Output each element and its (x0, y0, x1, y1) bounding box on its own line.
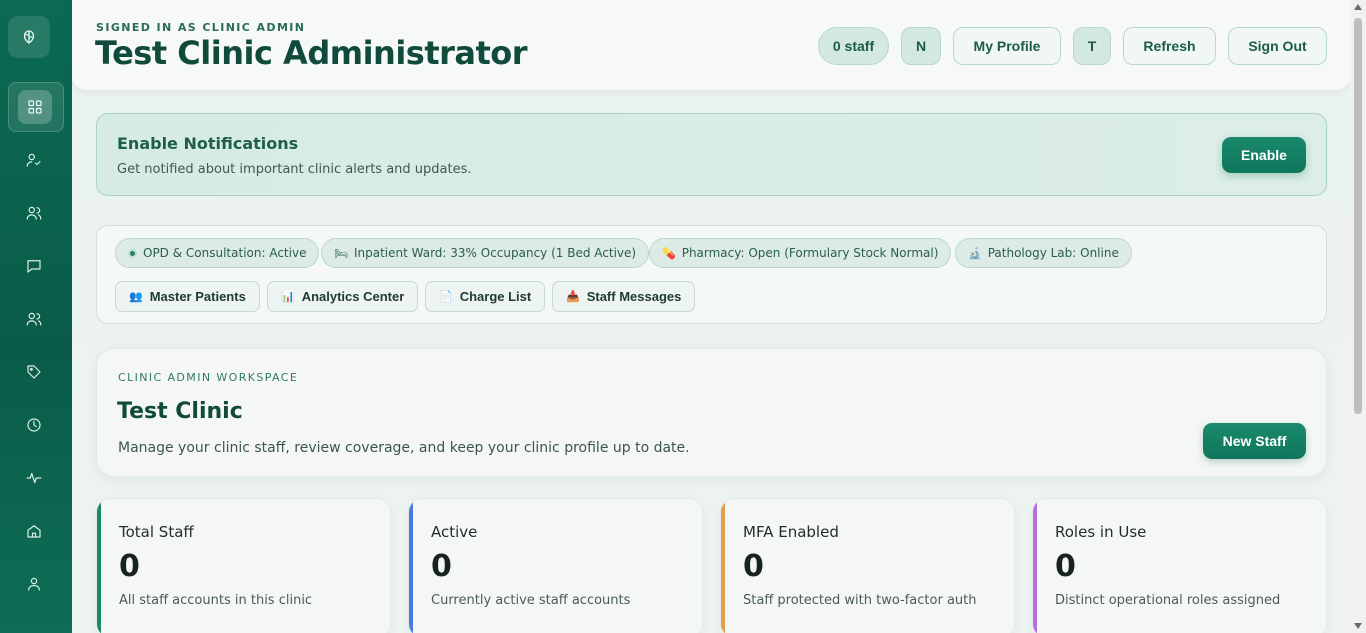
stat-accent (97, 499, 101, 633)
list-icon: 📄 (439, 291, 453, 303)
bed-icon: 🛏 (334, 246, 348, 260)
analytics-center-label: Analytics Center (301, 289, 405, 304)
stat-label: Active (431, 523, 478, 541)
user-icon (28, 577, 40, 591)
sidebar-item-history[interactable] (16, 407, 52, 443)
workspace-eyebrow: CLINIC ADMIN WORKSPACE (118, 371, 299, 384)
stat-label: MFA Enabled (743, 523, 839, 541)
clinic-name: Test Clinic (117, 399, 243, 424)
user-check-icon (26, 153, 41, 167)
analytics-center-button[interactable]: 📊 Analytics Center (267, 281, 419, 312)
notification-banner: Enable Notifications Get notified about … (96, 113, 1327, 196)
new-staff-button[interactable]: New Staff (1203, 423, 1306, 459)
users-icon (26, 206, 42, 220)
stat-value: 0 (1055, 549, 1076, 584)
my-profile-button[interactable]: My Profile (953, 27, 1061, 65)
staff-messages-label: Staff Messages (586, 289, 682, 304)
refresh-button[interactable]: Refresh (1123, 27, 1216, 65)
sidebar-item-charges[interactable] (16, 354, 52, 390)
status-opd-label: OPD & Consultation: Active (143, 246, 307, 260)
pill-icon: 💊 (662, 246, 676, 260)
avatar-t[interactable]: T (1073, 27, 1111, 65)
stat-card-roles: Roles in Use 0 Distinct operational role… (1032, 498, 1327, 633)
stat-description: Distinct operational roles assigned (1055, 593, 1281, 608)
stat-accent (1033, 499, 1037, 633)
status-opd[interactable]: OPD & Consultation: Active (115, 238, 320, 268)
status-inpatient-label: Inpatient Ward: 33% Occupancy (1 Bed Act… (353, 246, 637, 260)
stat-card-total-staff: Total Staff 0 All staff accounts in this… (96, 498, 391, 633)
scroll-thumb[interactable] (1354, 18, 1362, 414)
workspace-description: Manage your clinic staff, review coverag… (118, 440, 690, 456)
staff-icon (26, 312, 42, 326)
stat-value: 0 (743, 549, 764, 584)
status-pharmacy[interactable]: 💊 Pharmacy: Open (Formulary Stock Normal… (649, 238, 952, 268)
stat-value: 0 (431, 549, 452, 584)
microscope-icon: 🔬 (968, 246, 982, 260)
sidebar-item-profile[interactable] (16, 566, 52, 602)
enable-notifications-button[interactable]: Enable (1222, 137, 1306, 173)
stat-accent (721, 499, 725, 633)
inbox-icon: 📥 (566, 291, 580, 303)
stat-description: All staff accounts in this clinic (119, 593, 313, 608)
master-patients-label: Master Patients (149, 289, 246, 304)
quick-access-panel: OPD & Consultation: Active 🛏 Inpatient W… (96, 225, 1327, 324)
workspace-card: CLINIC ADMIN WORKSPACE Test Clinic Manag… (96, 348, 1327, 477)
tag-icon (27, 365, 41, 379)
stat-description: Currently active staff accounts (431, 593, 631, 608)
status-pathology-label: Pathology Lab: Online (987, 246, 1119, 260)
stat-label: Total Staff (119, 523, 194, 541)
notification-text: Get notified about important clinic aler… (117, 162, 472, 177)
charge-list-label: Charge List (459, 289, 532, 304)
scroll-down-icon[interactable] (1354, 623, 1362, 629)
bar-chart-icon: 📊 (281, 291, 295, 303)
sidebar-item-clinic[interactable] (16, 513, 52, 549)
app-logo[interactable] (8, 16, 50, 58)
stat-description: Staff protected with two-factor auth (743, 593, 977, 608)
page-header: SIGNED IN AS CLINIC ADMIN Test Clinic Ad… (72, 0, 1350, 90)
stat-card-active: Active 0 Currently active staff accounts (408, 498, 703, 633)
status-inpatient[interactable]: 🛏 Inpatient Ward: 33% Occupancy (1 Bed A… (321, 238, 650, 268)
stat-accent (409, 499, 413, 633)
status-pathology[interactable]: 🔬 Pathology Lab: Online (955, 238, 1132, 268)
page-title: Test Clinic Administrator (95, 34, 528, 72)
avatar-n[interactable]: N (901, 27, 941, 65)
master-patients-button[interactable]: 👥 Master Patients (115, 281, 260, 312)
sidebar-item-staff[interactable] (16, 195, 52, 231)
activity-icon (26, 472, 42, 484)
people-icon: 👥 (129, 291, 143, 303)
message-icon (27, 260, 41, 273)
page-scrollbar[interactable] (1350, 0, 1366, 633)
stat-card-mfa: MFA Enabled 0 Staff protected with two-f… (720, 498, 1015, 633)
stat-value: 0 (119, 549, 140, 584)
brain-logo-icon (23, 30, 35, 44)
active-dot-icon (128, 248, 137, 258)
staff-count-badge[interactable]: 0 staff (818, 27, 889, 65)
sidebar (0, 0, 72, 633)
scroll-up-icon[interactable] (1354, 4, 1362, 10)
notification-title: Enable Notifications (117, 134, 299, 153)
signed-in-label: SIGNED IN AS CLINIC ADMIN (96, 21, 306, 34)
sidebar-item-activity[interactable] (16, 460, 52, 496)
staff-messages-button[interactable]: 📥 Staff Messages (552, 281, 696, 312)
sidebar-item-team[interactable] (16, 301, 52, 337)
status-pharmacy-label: Pharmacy: Open (Formulary Stock Normal) (681, 246, 939, 260)
stat-label: Roles in Use (1055, 523, 1147, 541)
home-icon (27, 525, 41, 538)
clock-icon (27, 418, 41, 432)
charge-list-button[interactable]: 📄 Charge List (425, 281, 546, 312)
dashboard-icon[interactable] (18, 90, 52, 124)
sidebar-item-messages[interactable] (16, 248, 52, 284)
sidebar-item-patients[interactable] (16, 142, 52, 178)
sign-out-button[interactable]: Sign Out (1228, 27, 1327, 65)
